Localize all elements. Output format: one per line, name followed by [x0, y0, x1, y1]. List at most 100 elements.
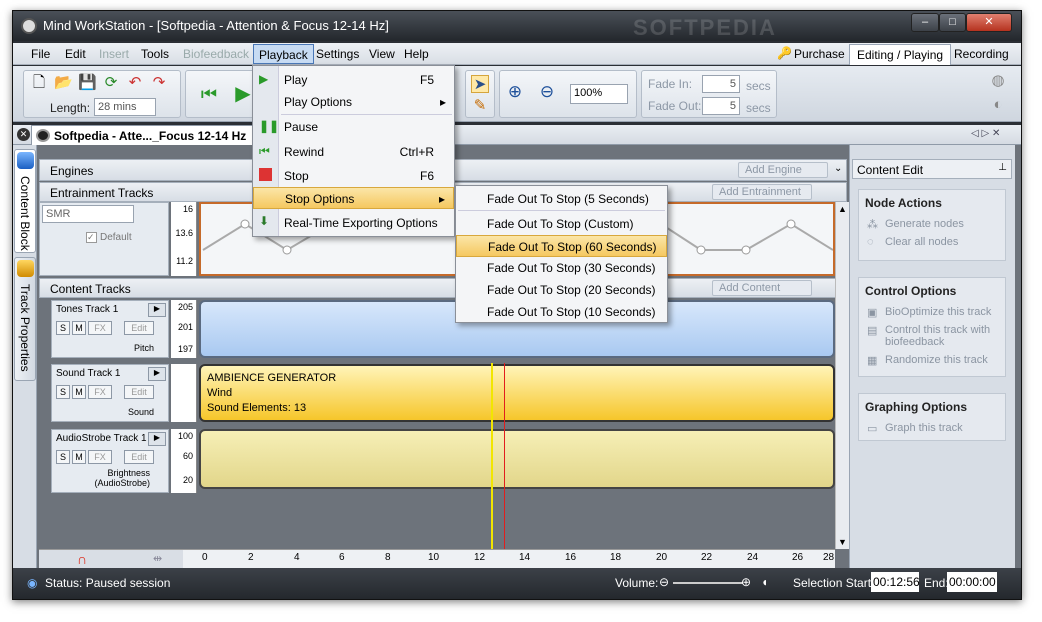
edit-button[interactable]: Edit: [124, 321, 154, 335]
menu-help[interactable]: Help: [404, 47, 429, 61]
speaker-icon[interactable]: ◖: [761, 575, 768, 589]
fx-button[interactable]: FX: [88, 385, 112, 399]
menu-insert[interactable]: Insert: [99, 47, 129, 61]
ambience-block[interactable]: AMBIENCE GENERATOR Wind Sound Elements: …: [199, 364, 835, 422]
edit-button[interactable]: Edit: [124, 450, 154, 464]
select-cursor-icon[interactable]: ➤: [471, 75, 489, 93]
maximize-button[interactable]: □: [939, 13, 966, 32]
menu-pause[interactable]: ❚❚ Pause: [253, 116, 454, 138]
pin-icon[interactable]: ⊥: [998, 162, 1007, 173]
track-header-tones[interactable]: Tones Track 1 ▶ S M FX Edit Pitch: [51, 300, 169, 358]
add-content-button[interactable]: Add Content: [712, 280, 812, 296]
fit-icon[interactable]: ⇹: [153, 552, 162, 565]
play-icon[interactable]: ▶: [234, 84, 252, 104]
add-entrainment-button[interactable]: Add Entrainment: [712, 184, 812, 200]
zoom-in-icon[interactable]: ⊕: [506, 83, 524, 101]
fade-10-seconds[interactable]: Fade Out To Stop (10 Seconds): [456, 301, 667, 323]
edit-button[interactable]: Edit: [124, 385, 154, 399]
randomize-button[interactable]: ▦ Randomize this track: [859, 352, 1005, 370]
control-options-title: Control Options: [865, 284, 957, 298]
fx-button[interactable]: FX: [88, 321, 112, 335]
tab-scroll-icon[interactable]: ◁ ▷ ✕: [971, 128, 1000, 139]
track-header-audiostrobe[interactable]: AudioStrobe Track 1 ▶ S M FX Edit Bright…: [51, 429, 169, 493]
document-tab[interactable]: Softpedia - Atte..._Focus 12-14 Hz: [31, 125, 254, 145]
solo-button[interactable]: S: [56, 450, 70, 464]
menu-tools[interactable]: Tools: [141, 47, 169, 61]
solo-button[interactable]: S: [56, 385, 70, 399]
new-icon[interactable]: 🗋: [30, 74, 48, 92]
menu-settings[interactable]: Settings: [316, 47, 359, 61]
menu-stop-options[interactable]: Stop Options ▸: [253, 187, 454, 209]
menu-file[interactable]: File: [31, 47, 50, 61]
menu-view[interactable]: View: [369, 47, 395, 61]
fade-60-seconds[interactable]: Fade Out To Stop (60 Seconds): [456, 235, 667, 257]
item-label: Control this track with biofeedback: [885, 324, 991, 348]
purchase-link[interactable]: Purchase: [794, 47, 845, 61]
tick-label: 22: [701, 552, 713, 563]
mute-button[interactable]: M: [72, 321, 86, 335]
volume-slider[interactable]: [673, 582, 743, 584]
minimize-button[interactable]: –: [911, 13, 939, 32]
magnet-icon[interactable]: ∩: [77, 551, 87, 567]
tab-editing-playing[interactable]: Editing / Playing: [849, 44, 952, 65]
zoom-out-icon[interactable]: ⊖: [538, 83, 556, 101]
open-icon[interactable]: 📂: [54, 74, 73, 92]
fade-in-field[interactable]: 5: [702, 75, 740, 93]
menu-rewind[interactable]: ⏮ Rewind Ctrl+R: [253, 141, 454, 163]
audiostrobe-lane[interactable]: [199, 429, 835, 489]
menu-edit[interactable]: Edit: [65, 47, 86, 61]
menu-biofeedback[interactable]: Biofeedback: [183, 47, 249, 61]
solo-button[interactable]: S: [56, 321, 70, 335]
track-header-sound[interactable]: Sound Track 1 ▶ S M FX Edit Sound: [51, 364, 169, 422]
volume-down-icon[interactable]: ⊖: [659, 575, 669, 589]
biooptimize-button[interactable]: ▣ BioOptimize this track: [859, 304, 1005, 322]
mute-button[interactable]: M: [72, 450, 86, 464]
selection-start-field[interactable]: 00:12:56: [871, 572, 920, 592]
save-icon[interactable]: 💾: [78, 74, 97, 92]
menu-play[interactable]: ▶ Play F5: [253, 69, 454, 91]
tab-recording[interactable]: Recording: [947, 44, 1016, 65]
tab-track-properties[interactable]: Track Properties: [14, 257, 36, 381]
scroll-up-icon[interactable]: ▲: [838, 204, 847, 214]
end-field[interactable]: 00:00:00: [947, 572, 997, 592]
sync-icon[interactable]: ◐: [989, 96, 1007, 114]
fade-custom[interactable]: Fade Out To Stop (Custom): [456, 213, 667, 235]
clear-nodes-button[interactable]: ◌ Clear all nodes: [859, 234, 1005, 252]
fade-5-seconds[interactable]: Fade Out To Stop (5 Seconds): [456, 188, 667, 210]
scroll-down-icon[interactable]: ▼: [838, 537, 847, 547]
menu-play-options[interactable]: Play Options ▸: [253, 91, 454, 113]
graph-track-button[interactable]: ▭ Graph this track: [859, 420, 1005, 438]
length-select[interactable]: 28 mins: [94, 98, 156, 116]
fx-button[interactable]: FX: [88, 450, 112, 464]
volume-up-icon[interactable]: ⊕: [741, 575, 751, 589]
vertical-scrollbar[interactable]: ▲ ▼: [835, 202, 849, 549]
collapse-icon[interactable]: ⌄: [834, 163, 842, 174]
add-engine-button[interactable]: Add Engine: [738, 162, 828, 178]
control-biofeedback-button[interactable]: ▤ Control this track with biofeedback: [859, 322, 1005, 352]
entrainment-default-check[interactable]: ✓: [86, 232, 97, 243]
rewind-start-icon[interactable]: ⏮: [200, 85, 218, 103]
menu-playback[interactable]: Playback: [253, 44, 314, 64]
zoom-select[interactable]: 100%: [570, 84, 628, 104]
tick-label: 8: [385, 552, 391, 563]
redo-icon[interactable]: ↷: [150, 74, 168, 92]
fade-out-field[interactable]: 5: [702, 97, 740, 115]
track-menu-icon[interactable]: ▶: [148, 367, 166, 381]
close-button[interactable]: ✕: [966, 13, 1012, 32]
menu-stop[interactable]: Stop F6: [253, 165, 454, 187]
undo-icon[interactable]: ↶: [126, 74, 144, 92]
fade-30-seconds[interactable]: Fade Out To Stop (30 Seconds): [456, 257, 667, 279]
generate-nodes-button[interactable]: ⁂ Generate nodes: [859, 216, 1005, 234]
mute-button[interactable]: M: [72, 385, 86, 399]
fade-20-seconds[interactable]: Fade Out To Stop (20 Seconds): [456, 279, 667, 301]
tab-content-block[interactable]: Content Block: [14, 149, 36, 253]
pencil-icon[interactable]: ✎: [471, 97, 489, 115]
refresh-icon[interactable]: ⟳: [102, 74, 120, 92]
track-menu-icon[interactable]: ▶: [148, 303, 166, 317]
entrainment-type-select[interactable]: SMR: [42, 205, 134, 223]
menu-realtime-export[interactable]: ⬇ Real-Time Exporting Options: [253, 212, 454, 234]
close-tab-icon[interactable]: ✕: [17, 128, 30, 141]
timeline-ruler[interactable]: ∩ ⇹ 0 2 4 6 8 10 12 14 16 18 20 22 24 26…: [39, 549, 835, 569]
globe-icon[interactable]: ◍: [989, 72, 1007, 90]
track-menu-icon[interactable]: ▶: [148, 432, 166, 446]
